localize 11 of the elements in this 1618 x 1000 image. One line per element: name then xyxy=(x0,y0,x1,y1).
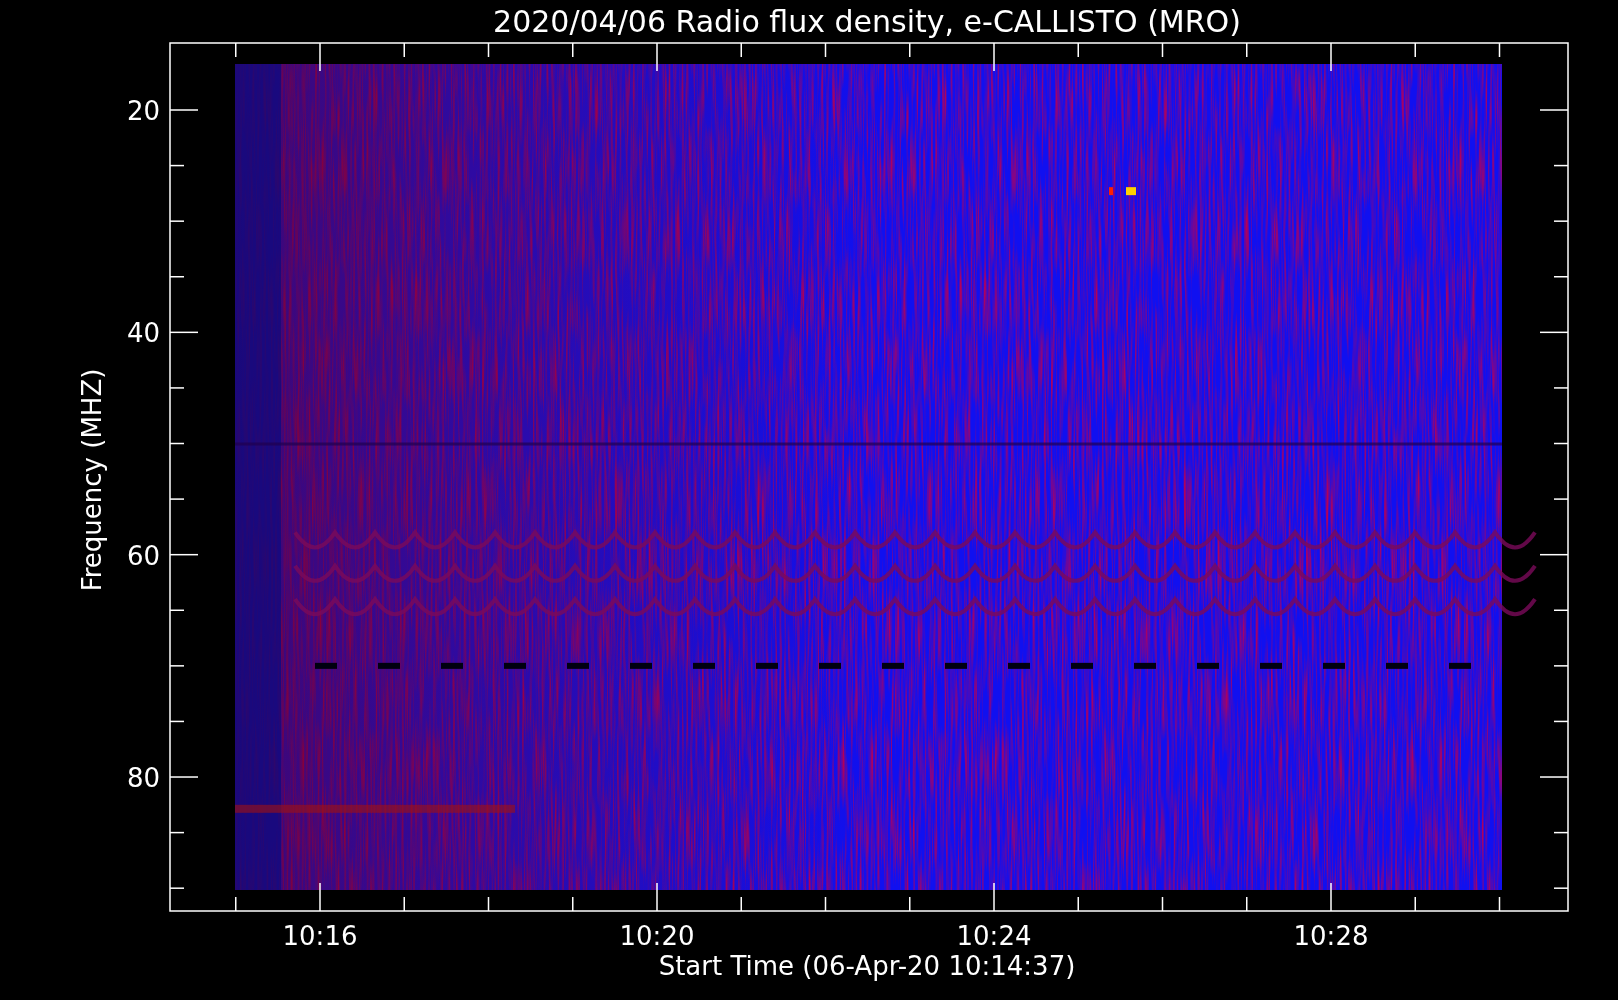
tick-label: 10:28 xyxy=(1293,921,1369,951)
tick-label: 80 xyxy=(126,763,160,793)
tick-label: 20 xyxy=(126,96,160,126)
tick-label: 40 xyxy=(126,318,160,349)
tick-label: 10:16 xyxy=(282,921,358,951)
axis-label: Start Time (06-Apr-20 10:14:37) xyxy=(658,951,1076,981)
tick-label: 10:24 xyxy=(956,921,1032,951)
plot-title: 2020/04/06 Radio flux density, e-CALLISTO (MRO) xyxy=(493,4,1241,39)
tick-label: 10:20 xyxy=(619,921,695,951)
tick-label: 60 xyxy=(126,540,160,571)
axis-label: Frequency (MHZ) xyxy=(77,368,107,592)
